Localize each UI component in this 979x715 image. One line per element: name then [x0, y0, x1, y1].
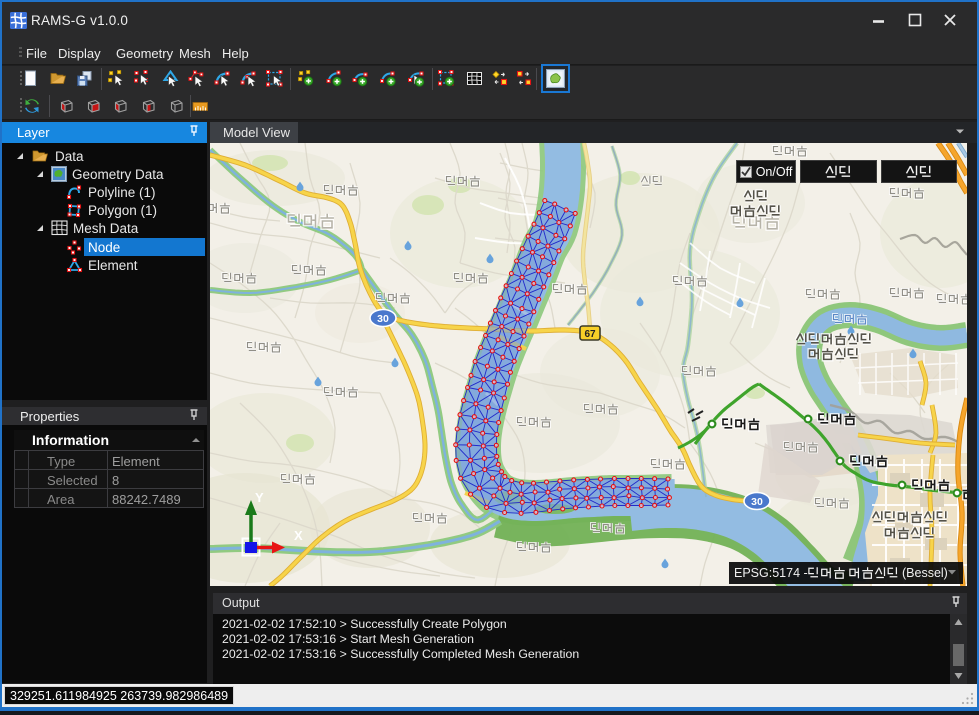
svg-text:X: X: [294, 528, 303, 543]
svg-text:30: 30: [377, 313, 389, 325]
svg-text:67: 67: [584, 329, 596, 340]
svg-text:30: 30: [751, 496, 763, 508]
svg-text:Y: Y: [255, 490, 264, 505]
